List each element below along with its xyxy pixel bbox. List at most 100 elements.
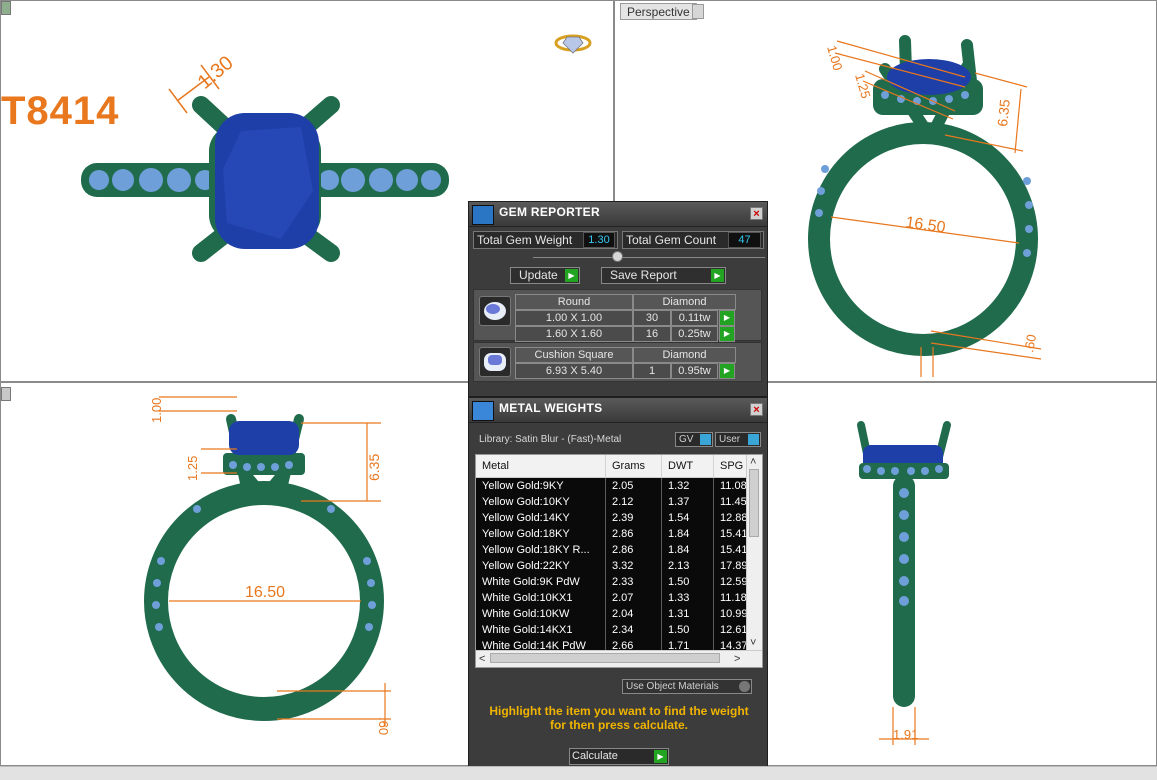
gem-shape-header: Cushion Square	[515, 347, 633, 363]
dwt-value: 1.31	[662, 606, 714, 622]
ring-preview-icon	[554, 34, 592, 54]
use-object-materials-toggle[interactable]: Use Object Materials	[622, 679, 752, 694]
grams-value: 2.86	[606, 526, 662, 542]
svg-text:6.35: 6.35	[366, 454, 382, 481]
instruction-text: Highlight the item you want to find the …	[489, 704, 749, 732]
gem-row-go-button[interactable]: ▶	[719, 310, 735, 326]
save-report-button[interactable]: Save Report ▶	[601, 267, 726, 284]
metal-name: Yellow Gold:22KY	[476, 558, 606, 574]
user-toggle[interactable]: User	[715, 432, 761, 447]
scroll-up-icon[interactable]: ˄	[750, 456, 756, 468]
gv-toggle[interactable]: GV	[675, 432, 713, 447]
play-icon: ▶	[654, 750, 667, 763]
gem-size[interactable]: 1.00 X 1.00	[515, 310, 633, 326]
table-row[interactable]: Yellow Gold:9KY 2.05 1.32 11.08	[476, 478, 754, 494]
column-header-grams[interactable]: Grams	[606, 455, 662, 477]
table-row[interactable]: Yellow Gold:10KY 2.12 1.37 11.45	[476, 494, 754, 510]
grams-value: 2.86	[606, 542, 662, 558]
gem-count[interactable]: 30	[633, 310, 671, 326]
collapse-icon[interactable]	[612, 251, 623, 262]
svg-text:1.25: 1.25	[185, 456, 200, 481]
metal-name: Yellow Gold:10KY	[476, 494, 606, 510]
gem-size[interactable]: 1.60 X 1.60	[515, 326, 633, 342]
scroll-right-icon[interactable]: >	[734, 653, 740, 665]
vertical-scrollbar[interactable]: ˄ ˅	[746, 455, 762, 651]
gem-row-go-button[interactable]: ▶	[719, 363, 735, 379]
svg-text:6.35: 6.35	[994, 98, 1013, 127]
metal-name: White Gold:14KX1	[476, 622, 606, 638]
divider	[533, 257, 765, 258]
dwt-value: 1.84	[662, 542, 714, 558]
dwt-value: 1.84	[662, 526, 714, 542]
dwt-value: 2.13	[662, 558, 714, 574]
gem-count[interactable]: 16	[633, 326, 671, 342]
metal-name: Yellow Gold:14KY	[476, 510, 606, 526]
close-icon[interactable]: ×	[750, 403, 763, 416]
gem-group-round: Round Diamond 1.00 X 1.00 30 0.11tw ▶ 1.…	[473, 289, 762, 342]
viewport-view-label[interactable]: Perspective	[620, 3, 697, 20]
scroll-left-icon[interactable]: <	[479, 653, 485, 665]
gem-reporter-titlebar[interactable]: GEM REPORTER ×	[469, 202, 767, 227]
grams-value: 2.04	[606, 606, 662, 622]
svg-text:1.91: 1.91	[893, 727, 918, 742]
scroll-down-icon[interactable]: ˅	[750, 637, 756, 649]
calculate-button[interactable]: Calculate ▶	[569, 748, 669, 765]
gem-weight[interactable]: 0.25tw	[671, 326, 718, 342]
table-row[interactable]: White Gold:10KW 2.04 1.31 10.99	[476, 606, 754, 622]
grams-value: 2.34	[606, 622, 662, 638]
table-row[interactable]: White Gold:9K PdW 2.33 1.50 12.59	[476, 574, 754, 590]
svg-text:16.50: 16.50	[245, 584, 285, 601]
gv-toggle-label: GV	[679, 434, 694, 445]
play-icon: ▶	[565, 269, 578, 282]
table-row[interactable]: White Gold:10KX1 2.07 1.33 11.18	[476, 590, 754, 606]
svg-text:.60: .60	[1021, 333, 1039, 353]
cushion-gem-icon	[479, 347, 511, 377]
metal-weights-titlebar[interactable]: METAL WEIGHTS ×	[469, 398, 767, 423]
gem-size[interactable]: 6.93 X 5.40	[515, 363, 633, 379]
toggle-icon	[700, 434, 711, 445]
column-header-metal[interactable]: Metal	[476, 455, 606, 477]
metal-name: Yellow Gold:9KY	[476, 478, 606, 494]
table-row[interactable]: Yellow Gold:18KY 2.86 1.84 15.41	[476, 526, 754, 542]
grams-value: 2.33	[606, 574, 662, 590]
dimension-label: 1.30	[194, 52, 238, 94]
toggle-icon	[739, 681, 750, 692]
column-header-dwt[interactable]: DWT	[662, 455, 714, 477]
metal-weights-panel: METAL WEIGHTS × Library: Satin Blur - (F…	[468, 397, 768, 775]
dwt-value: 1.50	[662, 622, 714, 638]
update-button-label: Update	[519, 268, 558, 282]
gem-report-icon	[472, 205, 494, 225]
scroll-thumb[interactable]	[749, 469, 759, 537]
chevron-down-icon[interactable]	[692, 4, 704, 19]
gem-weight[interactable]: 0.11tw	[671, 310, 718, 326]
update-button[interactable]: Update ▶	[510, 267, 580, 284]
table-row[interactable]: Yellow Gold:22KY 3.32 2.13 17.89	[476, 558, 754, 574]
table-row[interactable]: Yellow Gold:14KY 2.39 1.54 12.88	[476, 510, 754, 526]
dwt-value: 1.32	[662, 478, 714, 494]
metal-name: White Gold:10KW	[476, 606, 606, 622]
dwt-value: 1.50	[662, 574, 714, 590]
table-header: Metal Grams DWT SPG	[476, 455, 762, 478]
gem-group-cushion: Cushion Square Diamond 6.93 X 5.40 1 0.9…	[473, 342, 762, 382]
gem-row-go-button[interactable]: ▶	[719, 326, 735, 342]
table-row[interactable]: White Gold:14KX1 2.34 1.50 12.61	[476, 622, 754, 638]
scroll-thumb[interactable]	[490, 653, 720, 663]
calculate-button-label: Calculate	[572, 750, 618, 762]
svg-text:1.00: 1.00	[824, 44, 845, 72]
gem-count[interactable]: 1	[633, 363, 671, 379]
svg-text:16.50: 16.50	[904, 214, 946, 236]
metal-weights-title: METAL WEIGHTS	[499, 401, 603, 415]
svg-text:1.25: 1.25	[852, 72, 873, 100]
total-gem-count-value: 47	[728, 232, 761, 248]
table-row[interactable]: Yellow Gold:18KY R... 2.86 1.84 15.41	[476, 542, 754, 558]
play-icon: ▶	[711, 269, 724, 282]
column-header-spg[interactable]: SPG	[714, 455, 748, 477]
total-gem-weight-value: 1.30	[583, 232, 615, 248]
grams-value: 2.07	[606, 590, 662, 606]
gem-reporter-panel: GEM REPORTER × Total Gem Weight 1.30 Tot…	[468, 201, 768, 397]
close-icon[interactable]: ×	[750, 207, 763, 220]
gem-weight[interactable]: 0.95tw	[671, 363, 718, 379]
svg-text:.60: .60	[376, 717, 391, 735]
horizontal-scrollbar[interactable]: < >	[476, 650, 762, 667]
svg-text:1.00: 1.00	[149, 398, 164, 423]
